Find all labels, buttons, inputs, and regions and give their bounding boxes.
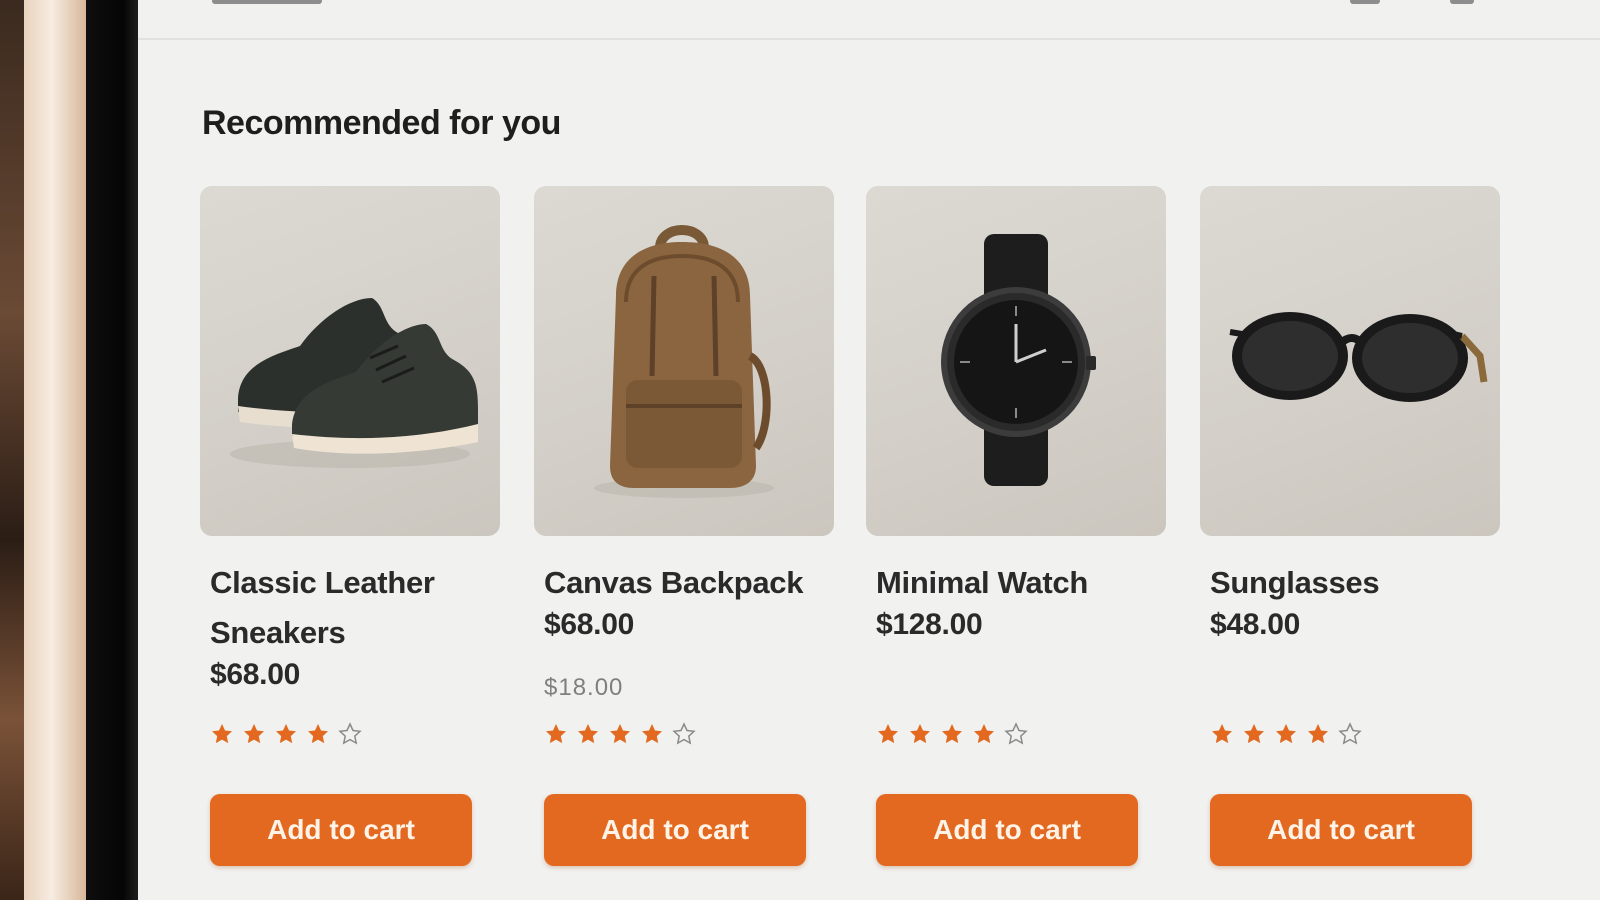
- product-name[interactable]: Classic Leather Sneakers: [210, 558, 490, 658]
- star-filled-icon: [578, 724, 598, 744]
- product-price: $68.00: [210, 658, 300, 691]
- product-sub-price: $18.00: [544, 674, 624, 701]
- star-filled-icon: [276, 724, 296, 744]
- sneakers-icon: [230, 298, 478, 468]
- rating-stars: [876, 722, 1028, 752]
- product-image-backpack[interactable]: [534, 186, 834, 536]
- add-to-cart-button[interactable]: Add to cart: [544, 794, 806, 866]
- product-name[interactable]: Minimal Watch: [876, 558, 1156, 608]
- star-empty-icon: [1004, 722, 1028, 745]
- star-filled-icon: [610, 724, 630, 744]
- product-price: $68.00: [544, 608, 634, 641]
- product-name[interactable]: Canvas Backpack: [544, 558, 824, 608]
- star-filled-icon: [878, 724, 898, 744]
- rating-stars: [210, 722, 362, 752]
- star-empty-icon: [672, 722, 696, 745]
- device-bezel: [86, 0, 138, 900]
- star-filled-icon: [1276, 724, 1296, 744]
- add-to-cart-button[interactable]: Add to cart: [1210, 794, 1472, 866]
- product-image-sneakers[interactable]: [200, 186, 500, 536]
- watch-icon: [941, 234, 1096, 486]
- rating-stars: [544, 722, 696, 752]
- device-frame-edge: [24, 0, 86, 900]
- star-filled-icon: [974, 724, 994, 744]
- product-card-sneakers[interactable]: Classic Leather Sneakers $68.00 Add to c…: [200, 186, 500, 876]
- add-to-cart-button[interactable]: Add to cart: [210, 794, 472, 866]
- star-filled-icon: [1244, 724, 1264, 744]
- app-title-stub: [212, 0, 322, 4]
- backpack-icon: [594, 225, 774, 498]
- star-filled-icon: [1308, 724, 1328, 744]
- star-filled-icon: [308, 724, 328, 744]
- star-filled-icon: [546, 724, 566, 744]
- background-scene: [0, 0, 24, 900]
- star-empty-icon: [1338, 722, 1362, 745]
- section-title: Recommended for you: [202, 104, 561, 142]
- product-price: $128.00: [876, 608, 983, 641]
- cart-icon[interactable]: [1350, 0, 1380, 4]
- star-filled-icon: [244, 724, 264, 744]
- product-price: $48.00: [1210, 608, 1300, 641]
- star-filled-icon: [642, 724, 662, 744]
- add-to-cart-button[interactable]: Add to cart: [876, 794, 1138, 866]
- sunglasses-icon: [1229, 312, 1488, 402]
- top-bar: [138, 0, 1600, 40]
- screen: Recommended for you Classic Leather Snea…: [138, 0, 1600, 900]
- rating-stars: [1210, 722, 1362, 752]
- product-name[interactable]: Sunglasses: [1210, 558, 1490, 608]
- product-image-watch[interactable]: [866, 186, 1166, 536]
- star-filled-icon: [942, 724, 962, 744]
- close-icon[interactable]: [1450, 0, 1474, 4]
- product-image-sunglasses[interactable]: [1200, 186, 1500, 536]
- star-filled-icon: [910, 724, 930, 744]
- product-card-watch[interactable]: Minimal Watch $128.00 Add to cart: [866, 186, 1166, 876]
- product-card-sunglasses[interactable]: Sunglasses $48.00 Add to cart: [1200, 186, 1500, 876]
- product-card-backpack[interactable]: Canvas Backpack $68.00 $18.00 Add to car…: [534, 186, 834, 876]
- star-filled-icon: [212, 724, 232, 744]
- star-filled-icon: [1212, 724, 1232, 744]
- star-empty-icon: [338, 722, 362, 745]
